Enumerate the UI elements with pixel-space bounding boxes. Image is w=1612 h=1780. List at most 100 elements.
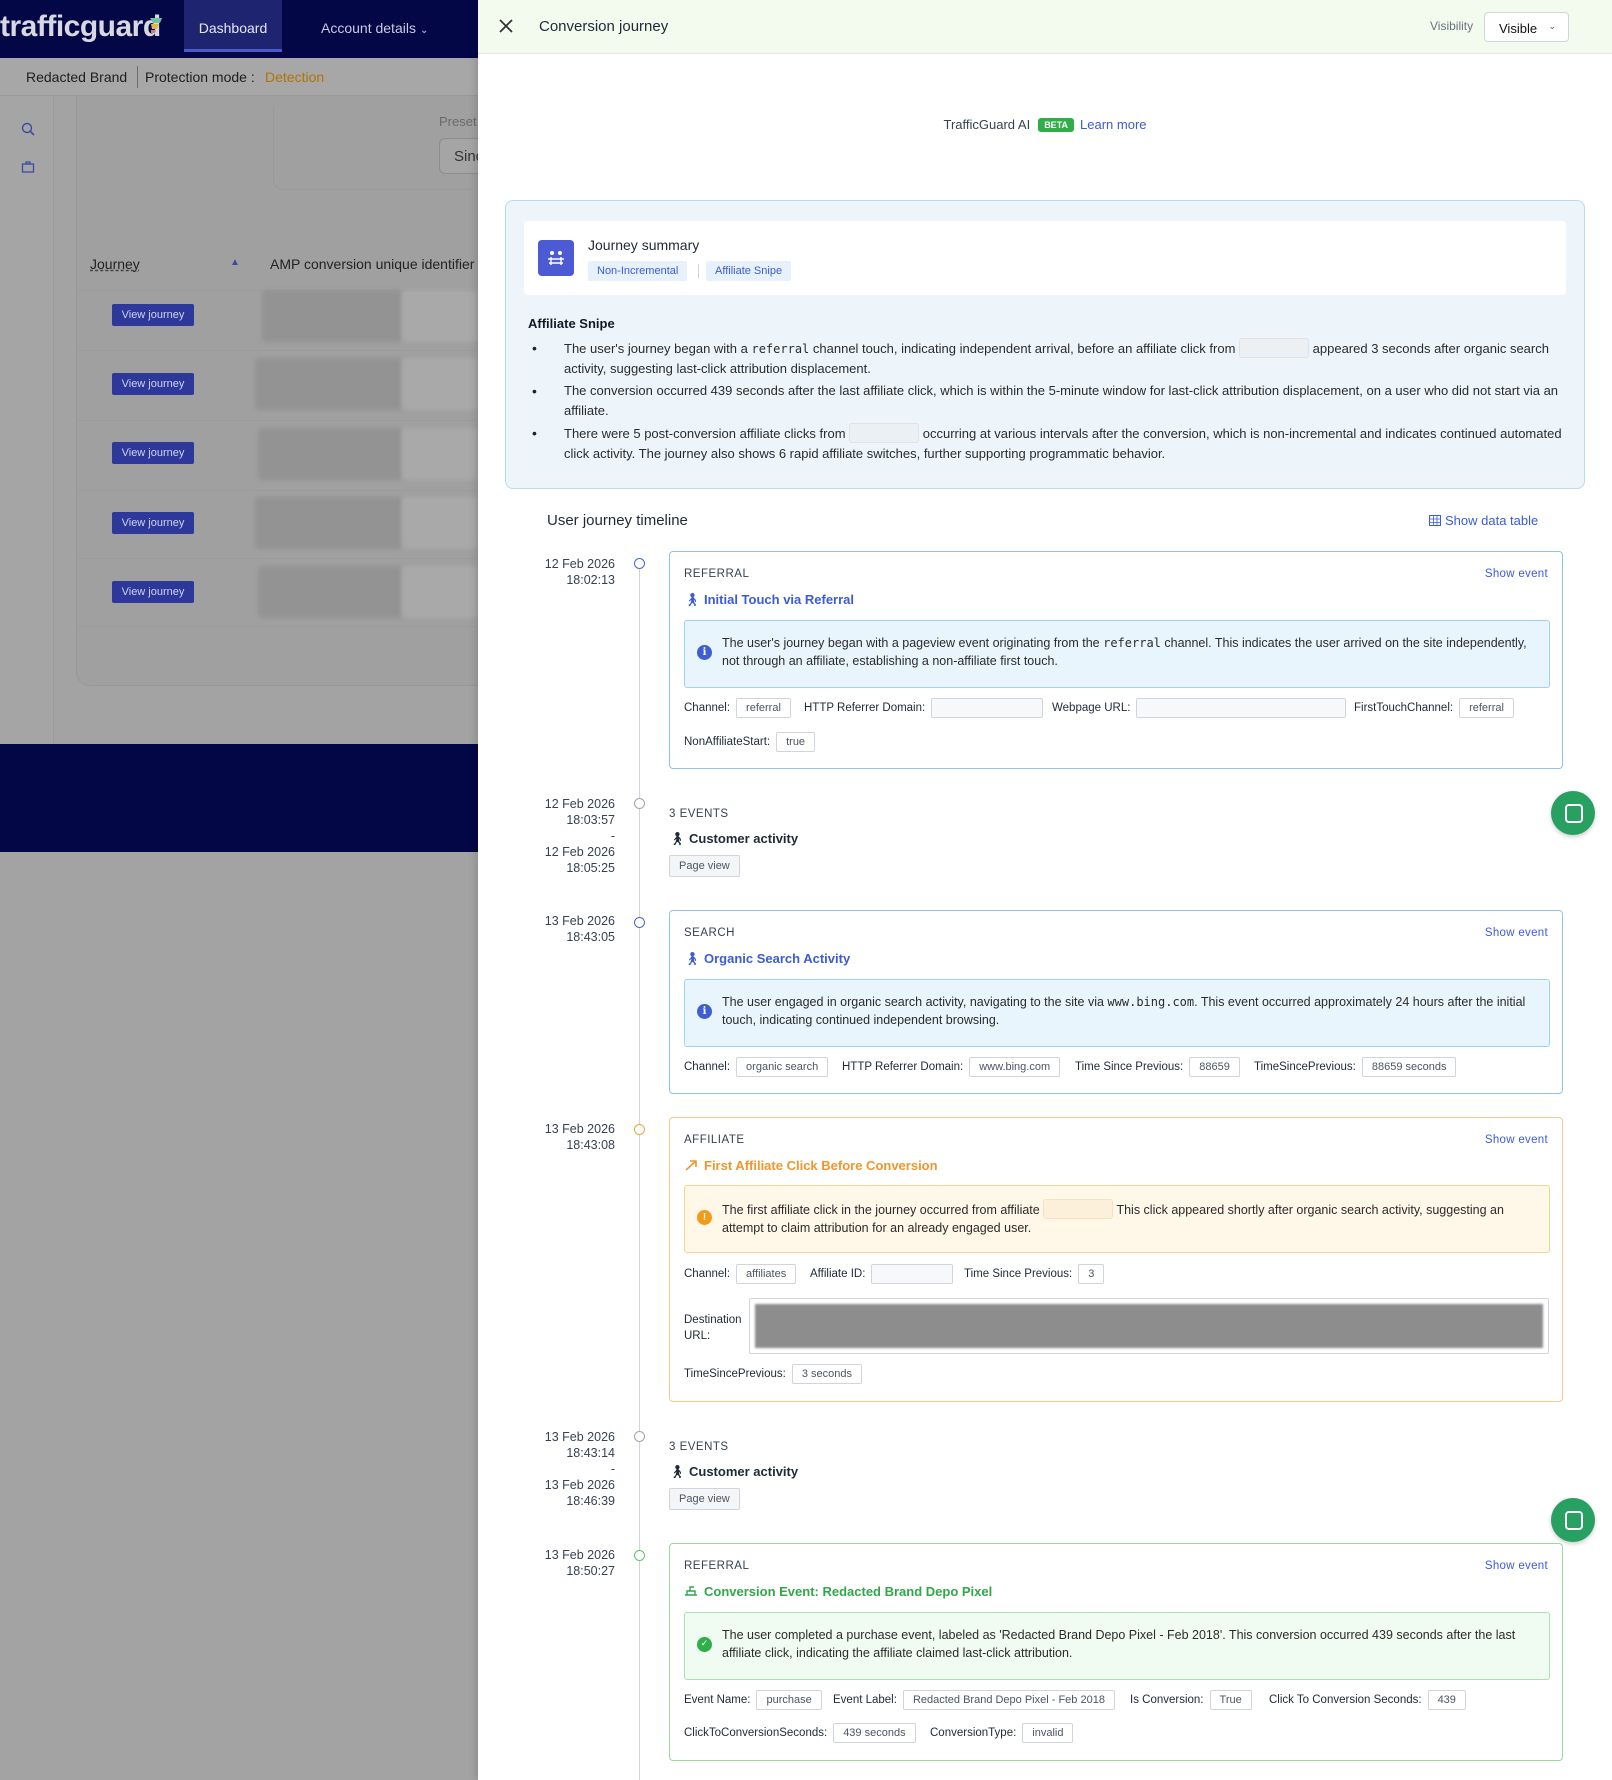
attr-label: NonAffiliateStart:	[684, 736, 771, 748]
chat-icon[interactable]	[1551, 1498, 1595, 1542]
summary-bullet: There were 5 post-conversion affiliate c…	[528, 423, 1568, 464]
attr-label: Channel:	[684, 702, 731, 714]
journey-summary-title: Journey summary	[588, 237, 700, 253]
chevron-down-icon: ⌄	[419, 25, 429, 36]
attr-non-affiliate-start: NonAffiliateStart: true	[684, 732, 816, 752]
attr-label: Webpage URL:	[1052, 702, 1131, 714]
tab-dashboard[interactable]: Dashboard	[184, 0, 282, 52]
activity-date-start: 13 Feb 2026	[544, 1430, 615, 1444]
event-type: SEARCH	[684, 927, 735, 939]
column-header-journey[interactable]: Journey	[90, 256, 140, 272]
activity-timestamp: 12 Feb 2026 18:03:57 - 12 Feb 2026 18:05…	[478, 796, 615, 876]
attr-value: referral	[1459, 698, 1514, 718]
view-journey-button[interactable]: View journey	[112, 581, 194, 603]
attr-value: invalid	[1022, 1723, 1074, 1743]
event-type: REFERRAL	[684, 1560, 750, 1572]
info-icon: i	[697, 645, 712, 660]
info-text: The first affiliate click in the journey…	[722, 1203, 1044, 1217]
show-event-link[interactable]: Show event	[1485, 568, 1548, 580]
learn-more-link[interactable]: Learn more	[1080, 117, 1146, 132]
timeline-title: User journey timeline	[547, 512, 688, 529]
logo-mark-icon	[150, 18, 162, 33]
attr-value: 3 seconds	[791, 1364, 862, 1384]
walking-person-icon: 🚶︎	[684, 951, 701, 966]
briefcase-icon[interactable]	[21, 160, 35, 174]
summary-heading: Affiliate Snipe	[528, 316, 615, 331]
chat-icon[interactable]	[1551, 791, 1595, 835]
attr-label: Event Label:	[833, 1694, 897, 1706]
timeline-dot	[634, 1431, 645, 1442]
event-timestamp: 12 Feb 2026 18:02:13	[478, 556, 615, 588]
attr-label: Affiliate ID:	[810, 1268, 866, 1280]
check-icon: ✓	[697, 1637, 712, 1652]
tab-account-details[interactable]: Account details ⌄	[321, 0, 428, 52]
show-event-link[interactable]: Show event	[1485, 1134, 1548, 1146]
attr-channel: Channel: affiliates	[684, 1264, 797, 1284]
zoom-icon[interactable]	[21, 122, 35, 136]
attr-value: referral	[736, 698, 791, 718]
ai-label: TrafficGuard AI	[943, 117, 1031, 132]
timeline-dot	[634, 558, 645, 569]
bullet-text: The user's journey began with a	[564, 341, 752, 356]
activity-time-end: 18:46:39	[566, 1494, 615, 1508]
attr-label: HTTP Referrer Domain:	[842, 1061, 964, 1073]
show-event-link[interactable]: Show event	[1485, 1560, 1548, 1572]
activity-date-end: 12 Feb 2026	[544, 845, 615, 859]
divider	[137, 66, 138, 88]
summary-bullet: The conversion occurred 439 seconds afte…	[528, 381, 1568, 421]
redacted-cell	[258, 428, 402, 480]
journey-summary-icon	[538, 240, 574, 276]
sort-icon[interactable]: ▲	[230, 257, 240, 268]
view-journey-button[interactable]: View journey	[112, 512, 194, 534]
conversion-icon	[685, 1586, 697, 1596]
activity-count: 3 EVENTS	[669, 808, 729, 820]
event-time: 18:43:08	[566, 1138, 615, 1152]
activity-range-dash: -	[610, 829, 615, 843]
visibility-select[interactable]: Visible ⌄	[1484, 12, 1569, 42]
activity-title-text: Customer activity	[689, 1464, 799, 1479]
brand-name: Redacted Brand	[26, 69, 128, 85]
event-time: 18:02:13	[566, 573, 615, 587]
event-date: 13 Feb 2026	[544, 1548, 615, 1562]
view-journey-button[interactable]: View journey	[112, 442, 194, 464]
activity-timestamp: 13 Feb 2026 18:43:14 - 13 Feb 2026 18:46…	[478, 1429, 615, 1509]
activity-time-start: 18:03:57	[566, 813, 615, 827]
attr-label: TimeSincePrevious:	[684, 1368, 786, 1380]
warning-icon: !	[697, 1210, 712, 1225]
tag-affiliate-snipe: Affiliate Snipe	[706, 261, 792, 281]
show-event-link[interactable]: Show event	[1485, 927, 1548, 939]
protection-mode-label: Protection mode :	[145, 69, 255, 85]
show-data-table-link[interactable]: Show data table	[1429, 513, 1538, 528]
code-referral: referral	[751, 342, 810, 356]
view-journey-button[interactable]: View journey	[112, 304, 194, 326]
attr-label: Channel:	[684, 1268, 731, 1280]
attr-channel: Channel: organic search	[684, 1057, 829, 1077]
redacted-cell	[402, 566, 478, 618]
attr-http-referrer: HTTP Referrer Domain:-	[804, 698, 1044, 718]
view-journey-button[interactable]: View journey	[112, 373, 194, 395]
attr-label: Click To Conversion Seconds:	[1269, 1694, 1422, 1706]
column-header-amp-id[interactable]: AMP conversion unique identifier	[270, 256, 474, 272]
chevron-down-icon: ⌄	[1548, 21, 1556, 31]
attr-label: Event Name:	[684, 1694, 751, 1706]
close-icon[interactable]	[494, 14, 518, 38]
attr-label: TimeSincePrevious:	[1254, 1061, 1356, 1073]
activity-title-text: Customer activity	[689, 831, 799, 846]
info-text: The user's journey began with a pageview…	[722, 636, 1104, 650]
attr-value: 439	[1427, 1690, 1466, 1710]
redacted-affiliate	[1239, 338, 1310, 358]
event-title: 🚶︎ Initial Touch via Referral	[684, 592, 854, 608]
page-view-chip[interactable]: Page view	[669, 1488, 740, 1510]
beta-badge: BETA	[1038, 118, 1075, 132]
info-text: The user engaged in organic search activ…	[722, 995, 1108, 1009]
attr-value: organic search	[736, 1057, 829, 1077]
activity-range-dash: -	[610, 1462, 615, 1476]
event-card-search: SEARCH Show event 🚶︎ Organic Search Activ…	[669, 910, 1563, 1094]
conversion-journey-drawer: Conversion journey Visibility Visible ⌄ …	[478, 0, 1612, 1780]
redacted-cell	[402, 428, 478, 480]
page-view-chip[interactable]: Page view	[669, 855, 740, 877]
attr-label: Channel:	[684, 1061, 731, 1073]
attr-destination-url: Destination URL:	[684, 1298, 1550, 1356]
show-data-table-label: Show data table	[1445, 513, 1539, 528]
timeline-dot	[634, 1550, 645, 1561]
